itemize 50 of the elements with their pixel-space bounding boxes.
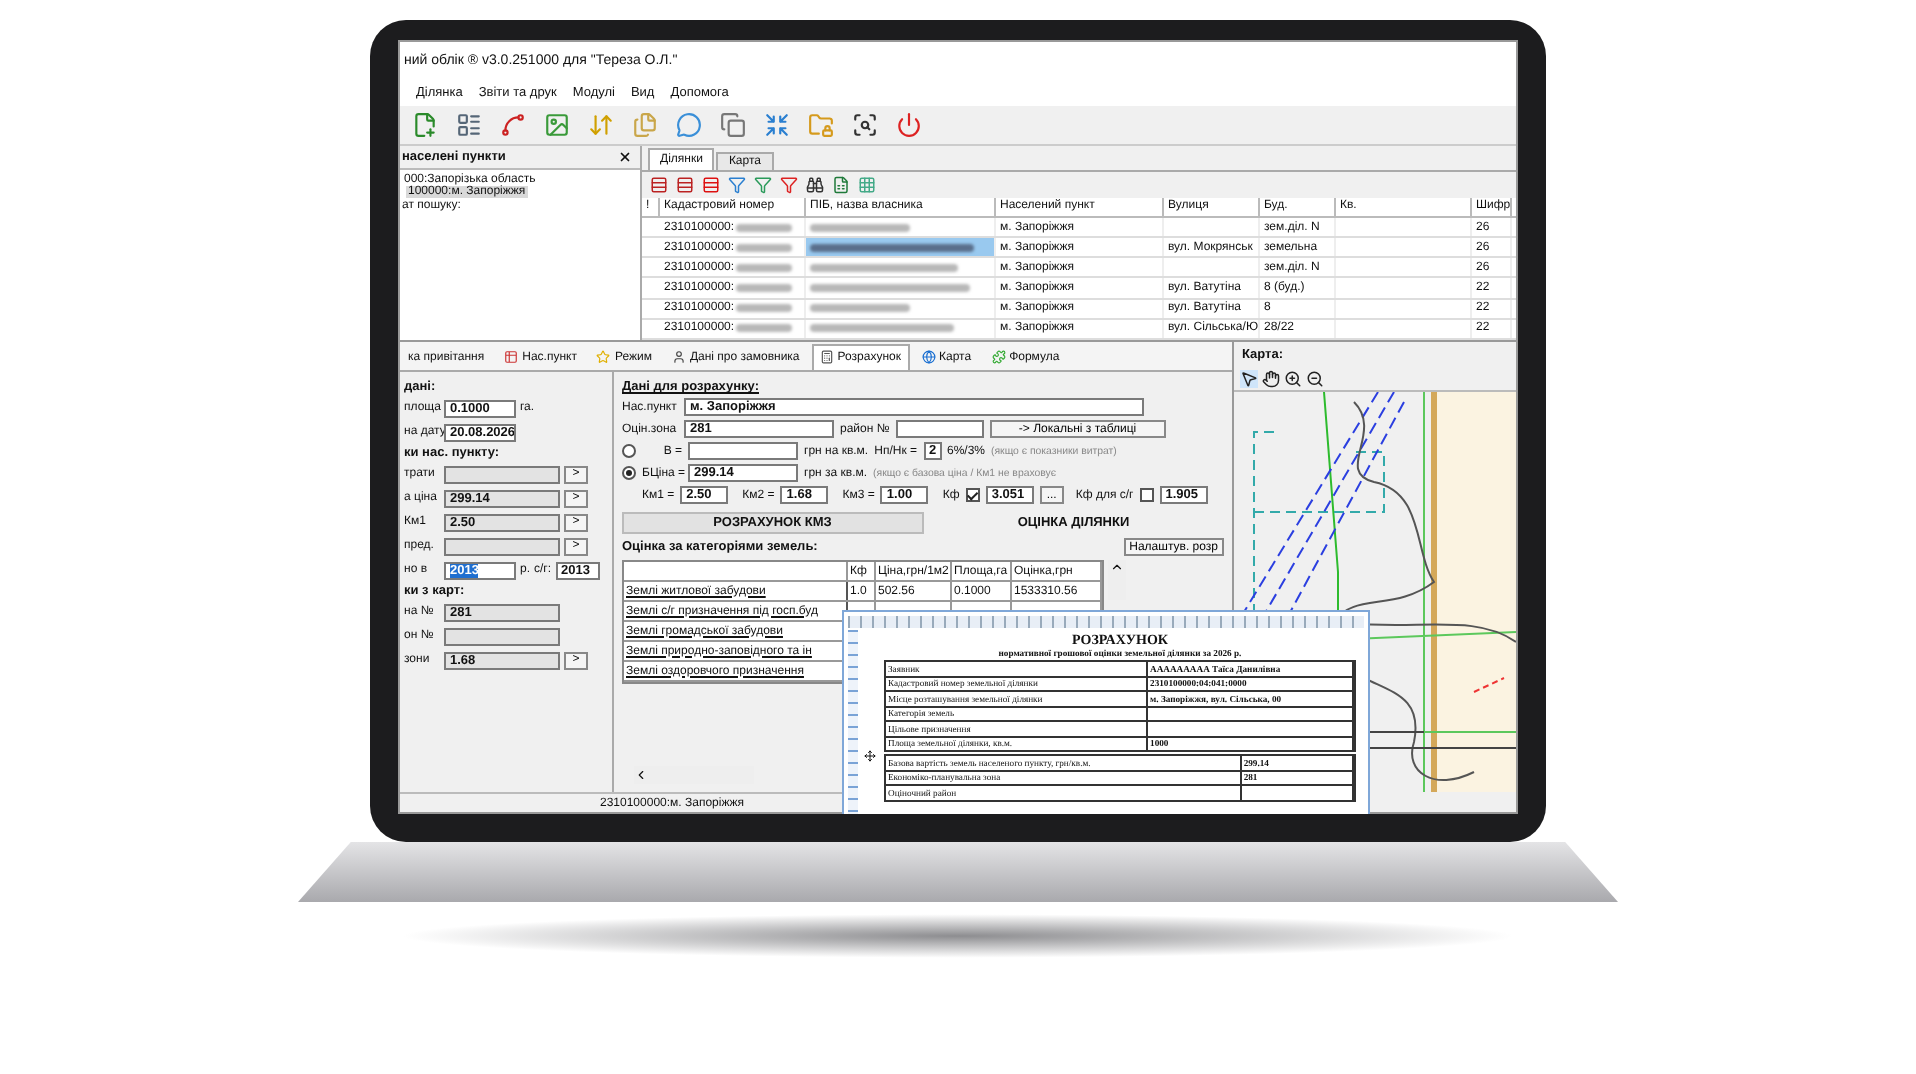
- checkbox[interactable]: [965, 488, 980, 502]
- binoculars-icon[interactable]: [806, 175, 824, 194]
- radio-button[interactable]: [622, 466, 636, 480]
- redacted-text: [736, 284, 793, 293]
- filter-remove-icon[interactable]: [780, 175, 798, 194]
- redacted-text: [736, 243, 793, 252]
- shrink-arrows-icon[interactable]: [764, 112, 790, 138]
- delete-rows-icon[interactable]: [702, 175, 720, 194]
- redacted-text: [736, 324, 793, 333]
- list-window-icon[interactable]: [456, 112, 482, 138]
- select-rows-icon[interactable]: [650, 175, 668, 194]
- tab-icon: [671, 350, 686, 364]
- scan-search-icon[interactable]: [852, 112, 878, 138]
- tab-icon: [504, 350, 519, 364]
- radio-button[interactable]: [622, 444, 636, 458]
- move-handle-icon[interactable]: [864, 750, 876, 762]
- power-icon[interactable]: [896, 112, 922, 138]
- input-field[interactable]: [688, 442, 798, 460]
- redacted-text: [810, 324, 954, 333]
- tab-icon: [991, 350, 1006, 364]
- rows-settings-icon[interactable]: [676, 175, 694, 194]
- copy-icon[interactable]: [720, 112, 746, 138]
- tab-icon: [819, 350, 834, 364]
- tab-icon: [921, 350, 935, 364]
- input-field[interactable]: [895, 420, 984, 438]
- scroll-left-icon[interactable]: [634, 768, 648, 782]
- filter-add-icon[interactable]: [754, 175, 772, 194]
- redacted-text: [810, 304, 910, 313]
- filter-icon[interactable]: [728, 175, 746, 194]
- input-field[interactable]: [444, 465, 560, 483]
- pointer-icon[interactable]: [1240, 370, 1258, 388]
- grid-icon[interactable]: [858, 175, 876, 194]
- curve-points-icon[interactable]: [500, 112, 526, 138]
- tab-icon: [596, 350, 611, 364]
- redacted-text: [810, 223, 910, 232]
- speech-bubble-icon[interactable]: [676, 112, 702, 138]
- zoom-out-icon[interactable]: [1306, 370, 1324, 388]
- close-icon[interactable]: [618, 150, 632, 164]
- redacted-text: [736, 304, 793, 313]
- input-field[interactable]: [444, 537, 560, 555]
- scroll-up-icon[interactable]: [1110, 560, 1124, 574]
- checkbox[interactable]: [1139, 488, 1154, 502]
- new-document-icon[interactable]: [412, 112, 438, 138]
- redacted-text: [736, 223, 793, 232]
- input-field[interactable]: [444, 627, 560, 645]
- hand-icon[interactable]: [1262, 370, 1280, 388]
- redacted-text: [736, 263, 793, 272]
- zoom-in-icon[interactable]: [1284, 370, 1302, 388]
- map-image-icon[interactable]: [544, 112, 570, 138]
- spreadsheet-icon[interactable]: [832, 175, 850, 194]
